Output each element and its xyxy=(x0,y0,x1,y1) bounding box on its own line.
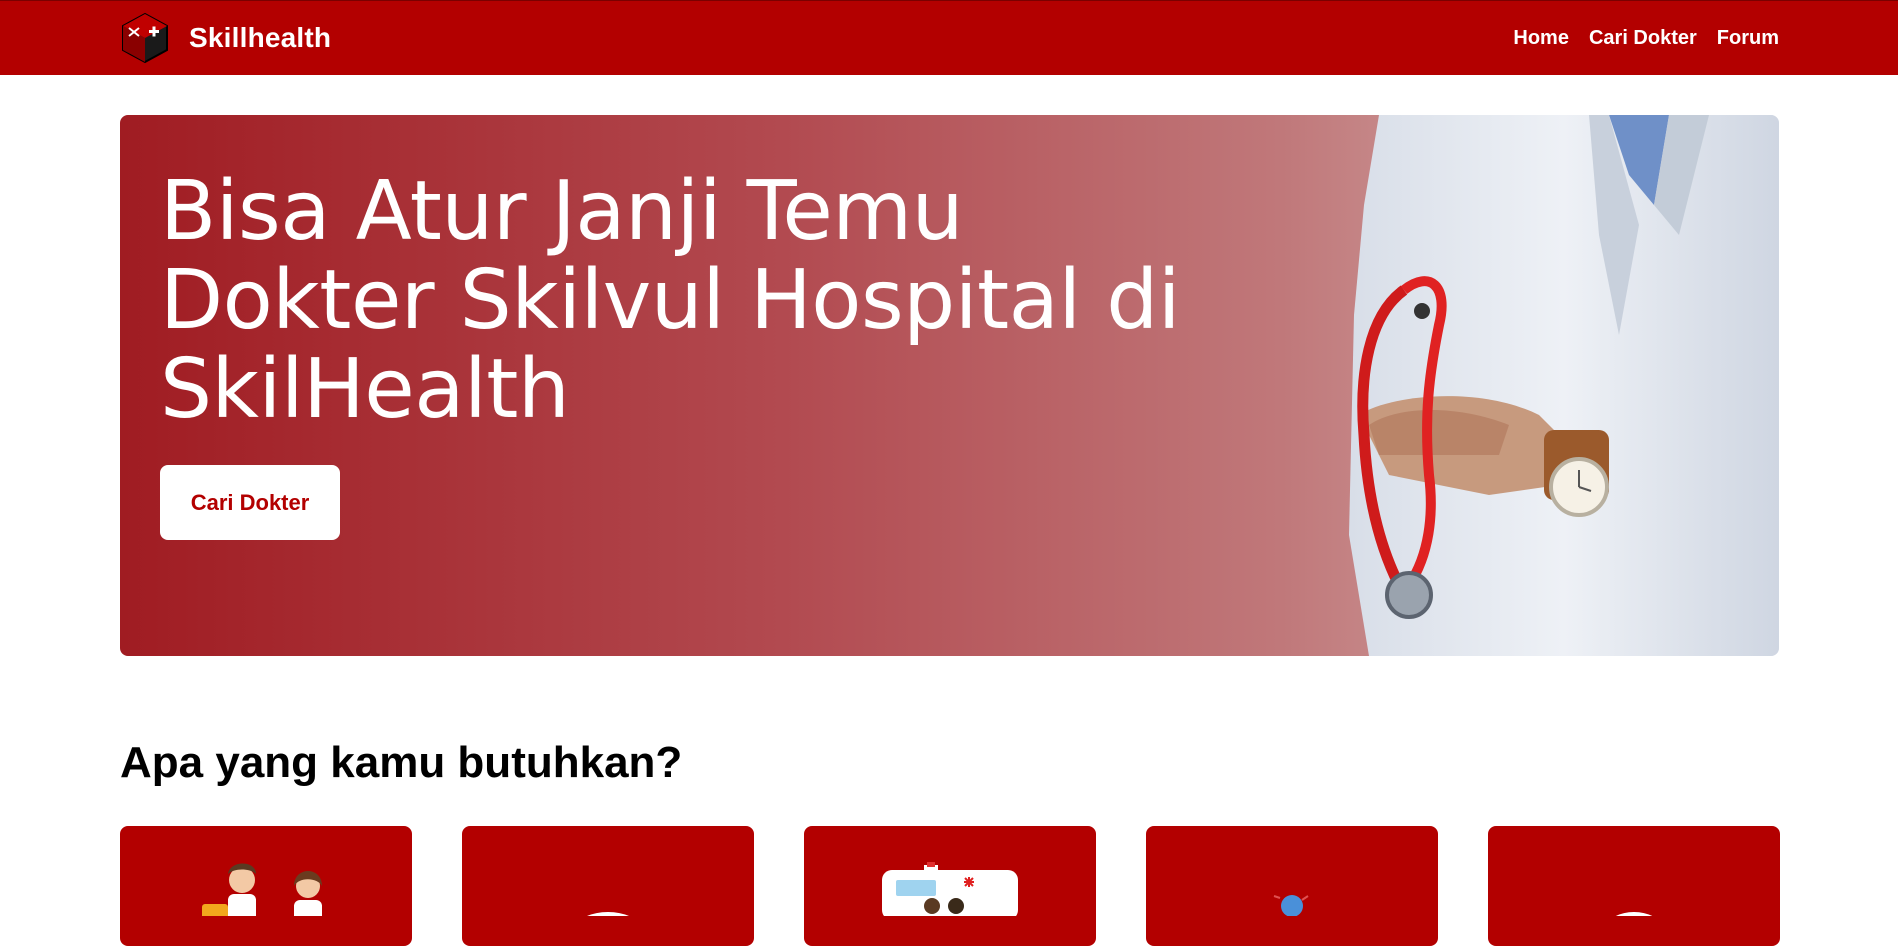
medical-icon xyxy=(1273,895,1309,916)
navbar: Skillhealth Home Cari Dokter Forum xyxy=(0,0,1898,75)
brand[interactable]: Skillhealth xyxy=(119,10,331,66)
nav-cari-dokter[interactable]: Cari Dokter xyxy=(1589,27,1697,50)
brand-name: Skillhealth xyxy=(189,22,332,53)
consultation-icon xyxy=(587,912,629,916)
nav-home[interactable]: Home xyxy=(1513,27,1569,50)
nav-links: Home Cari Dokter Forum xyxy=(1513,27,1779,50)
service-cards xyxy=(120,826,1780,946)
cari-dokter-button[interactable]: Cari Dokter xyxy=(160,465,340,540)
service-card-medical[interactable] xyxy=(1146,826,1438,946)
doctors-illustration-icon xyxy=(202,863,322,916)
service-card-ambulance[interactable] xyxy=(804,826,1096,946)
section-title: Apa yang kamu butuhkan? xyxy=(120,738,683,787)
hero-banner: Bisa Atur Janji Temu Dokter Skilvul Hosp… xyxy=(120,115,1779,656)
service-icon xyxy=(1615,912,1653,916)
hero-title: Bisa Atur Janji Temu Dokter Skilvul Hosp… xyxy=(160,164,1181,437)
service-card-doctors[interactable] xyxy=(120,826,412,946)
ambulance-icon xyxy=(882,862,1018,916)
nav-forum[interactable]: Forum xyxy=(1717,27,1779,50)
doctor-photo xyxy=(1349,115,1779,656)
service-card-consultation[interactable] xyxy=(462,826,754,946)
logo-icon xyxy=(122,12,168,64)
service-card-other[interactable] xyxy=(1488,826,1780,946)
